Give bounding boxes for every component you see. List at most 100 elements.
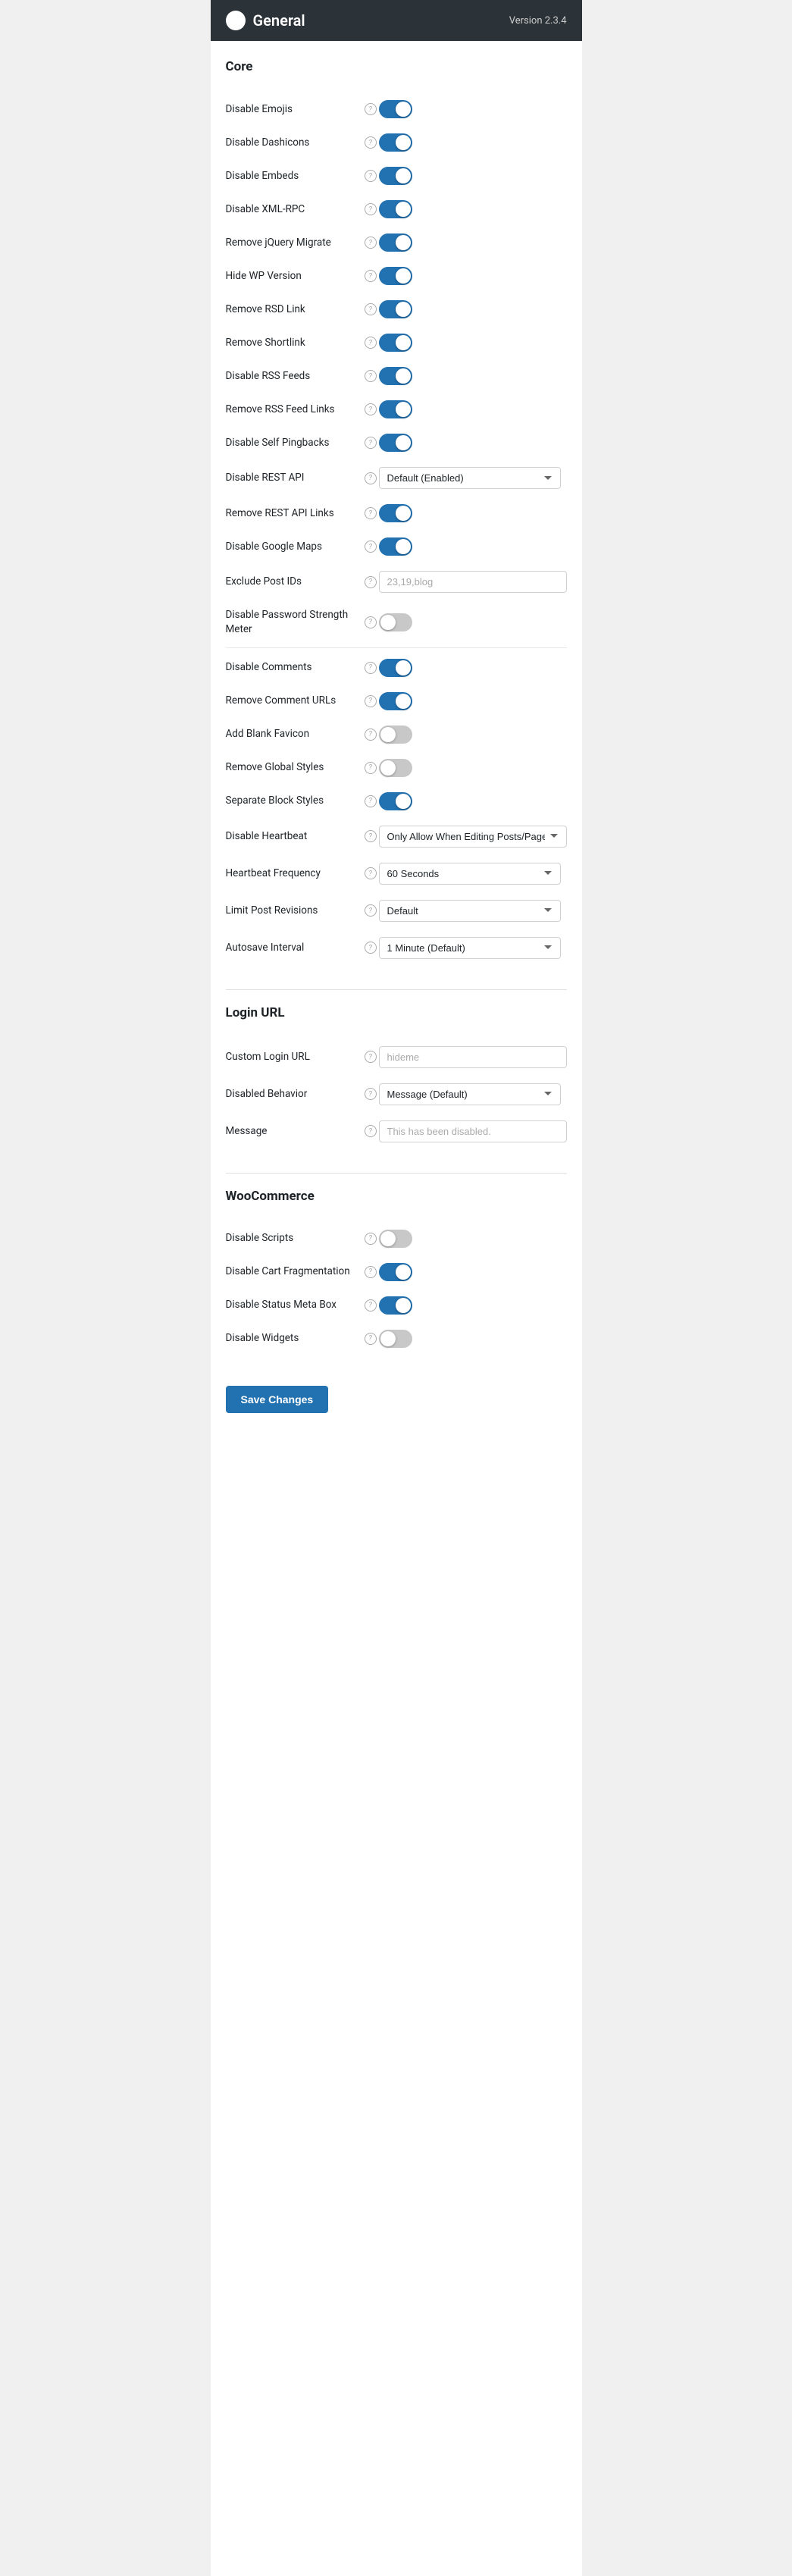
- select-disabled-behavior[interactable]: Message (Default)404Redirect: [379, 1083, 561, 1105]
- toggle-disable-status-meta-box[interactable]: [379, 1296, 412, 1315]
- help-icon-disable-xml-rpc[interactable]: ?: [365, 203, 377, 215]
- help-icon-disable-self-pingbacks[interactable]: ?: [365, 437, 377, 449]
- setting-row-disable-rss-feeds: Disable RSS Feeds?: [226, 359, 567, 393]
- toggle-disable-rss-feeds[interactable]: [379, 367, 412, 385]
- control-remove-jquery-migrate: [379, 233, 567, 252]
- save-changes-button[interactable]: Save Changes: [226, 1386, 329, 1413]
- help-icon-disable-scripts[interactable]: ?: [365, 1233, 377, 1245]
- input-custom-login-url[interactable]: [379, 1046, 567, 1068]
- help-icon-disable-cart-fragmentation[interactable]: ?: [365, 1266, 377, 1278]
- label-remove-rsd-link: Remove RSD Link: [226, 302, 362, 317]
- control-disable-xml-rpc: [379, 200, 567, 218]
- setting-row-disable-scripts: Disable Scripts?: [226, 1222, 567, 1255]
- help-icon-disable-rest-api[interactable]: ?: [365, 472, 377, 484]
- help-icon-custom-login-url[interactable]: ?: [365, 1051, 377, 1063]
- login-url-section-title: Login URL: [226, 1005, 567, 1026]
- setting-row-message: Message?: [226, 1113, 567, 1150]
- help-icon-disable-password-strength-meter[interactable]: ?: [365, 616, 377, 628]
- label-limit-post-revisions: Limit Post Revisions: [226, 904, 362, 918]
- control-add-blank-favicon: [379, 725, 567, 744]
- label-disable-password-strength-meter: Disable Password Strength Meter: [226, 608, 362, 637]
- select-disable-rest-api[interactable]: Default (Enabled)Disabled for Non-Admins…: [379, 467, 561, 489]
- help-icon-disable-status-meta-box[interactable]: ?: [365, 1299, 377, 1312]
- help-icon-exclude-post-ids[interactable]: ?: [365, 576, 377, 588]
- toggle-disable-widgets[interactable]: [379, 1330, 412, 1348]
- select-autosave-interval[interactable]: 1 Minute (Default)2 Minutes5 Minutes10 M…: [379, 937, 561, 959]
- help-icon-disable-embeds[interactable]: ?: [365, 170, 377, 182]
- woocommerce-settings-group: Disable Scripts? Disable Cart Fragmentati…: [226, 1222, 567, 1355]
- control-disable-google-maps: [379, 537, 567, 556]
- toggle-remove-shortlink[interactable]: [379, 334, 412, 352]
- help-icon-message[interactable]: ?: [365, 1125, 377, 1137]
- help-icon-separate-block-styles[interactable]: ?: [365, 795, 377, 807]
- help-icon-remove-shortlink[interactable]: ?: [365, 337, 377, 349]
- toggle-disable-cart-fragmentation[interactable]: [379, 1263, 412, 1281]
- help-icon-disable-widgets[interactable]: ?: [365, 1333, 377, 1345]
- label-disable-cart-fragmentation: Disable Cart Fragmentation: [226, 1264, 362, 1279]
- select-limit-post-revisions[interactable]: Default12510Disable: [379, 900, 561, 922]
- help-icon-autosave-interval[interactable]: ?: [365, 942, 377, 954]
- toggle-remove-rsd-link[interactable]: [379, 300, 412, 318]
- toggle-disable-google-maps[interactable]: [379, 537, 412, 556]
- help-icon-remove-jquery-migrate[interactable]: ?: [365, 237, 377, 249]
- toggle-remove-global-styles[interactable]: [379, 759, 412, 777]
- toggle-disable-xml-rpc[interactable]: [379, 200, 412, 218]
- input-exclude-post-ids[interactable]: [379, 571, 567, 593]
- control-separate-block-styles: [379, 792, 567, 810]
- toggle-disable-dashicons[interactable]: [379, 133, 412, 152]
- help-icon-heartbeat-frequency[interactable]: ?: [365, 867, 377, 879]
- label-disable-rest-api: Disable REST API: [226, 471, 362, 485]
- control-disable-dashicons: [379, 133, 567, 152]
- help-icon-add-blank-favicon[interactable]: ?: [365, 729, 377, 741]
- toggle-remove-rest-api-links[interactable]: [379, 504, 412, 522]
- toggle-disable-self-pingbacks[interactable]: [379, 434, 412, 452]
- toggle-disable-emojis[interactable]: [379, 100, 412, 118]
- help-icon-remove-rss-feed-links[interactable]: ?: [365, 403, 377, 415]
- toggle-disable-scripts[interactable]: [379, 1230, 412, 1248]
- help-icon-disable-rss-feeds[interactable]: ?: [365, 370, 377, 382]
- setting-row-disable-widgets: Disable Widgets?: [226, 1322, 567, 1355]
- select-heartbeat-frequency[interactable]: 30 Seconds60 Seconds120 Seconds: [379, 863, 561, 885]
- help-icon-remove-rsd-link[interactable]: ?: [365, 303, 377, 315]
- help-icon-remove-global-styles[interactable]: ?: [365, 762, 377, 774]
- toggle-hide-wp-version[interactable]: [379, 267, 412, 285]
- help-icon-disable-heartbeat[interactable]: ?: [365, 830, 377, 842]
- control-limit-post-revisions: Default12510Disable: [379, 900, 567, 922]
- label-disable-dashicons: Disable Dashicons: [226, 136, 362, 150]
- setting-row-remove-rsd-link: Remove RSD Link?: [226, 293, 567, 326]
- toggle-disable-comments[interactable]: [379, 659, 412, 677]
- login-url-section: Login URL Custom Login URL?Disabled Beha…: [226, 1005, 567, 1150]
- label-disable-heartbeat: Disable Heartbeat: [226, 829, 362, 844]
- setting-row-separate-block-styles: Separate Block Styles?: [226, 785, 567, 818]
- help-icon-hide-wp-version[interactable]: ?: [365, 270, 377, 282]
- toggle-disable-embeds[interactable]: [379, 167, 412, 185]
- core-section: Core Disable Emojis?Disable Dashicons?Di…: [226, 59, 567, 967]
- help-icon-disable-emojis[interactable]: ?: [365, 103, 377, 115]
- setting-row-limit-post-revisions: Limit Post Revisions?Default12510Disable: [226, 892, 567, 929]
- help-icon-disable-google-maps[interactable]: ?: [365, 541, 377, 553]
- label-remove-shortlink: Remove Shortlink: [226, 336, 362, 350]
- label-disable-xml-rpc: Disable XML-RPC: [226, 202, 362, 217]
- help-icon-disable-dashicons[interactable]: ?: [365, 136, 377, 149]
- control-remove-global-styles: [379, 759, 567, 777]
- select-disable-heartbeat[interactable]: Default (Enabled)Disable EverywhereOnly …: [379, 826, 567, 848]
- toggle-separate-block-styles[interactable]: [379, 792, 412, 810]
- help-icon-remove-comment-urls[interactable]: ?: [365, 695, 377, 707]
- setting-row-custom-login-url: Custom Login URL?: [226, 1039, 567, 1076]
- help-icon-disabled-behavior[interactable]: ?: [365, 1088, 377, 1100]
- help-icon-disable-comments[interactable]: ?: [365, 662, 377, 674]
- setting-row-disable-password-strength-meter: Disable Password Strength Meter?: [226, 600, 567, 644]
- toggle-remove-comment-urls[interactable]: [379, 692, 412, 710]
- control-exclude-post-ids: [379, 571, 567, 593]
- label-heartbeat-frequency: Heartbeat Frequency: [226, 867, 362, 881]
- help-icon-remove-rest-api-links[interactable]: ?: [365, 507, 377, 519]
- label-remove-global-styles: Remove Global Styles: [226, 760, 362, 775]
- toggle-remove-jquery-migrate[interactable]: [379, 233, 412, 252]
- toggle-disable-password-strength-meter[interactable]: [379, 613, 412, 631]
- setting-row-remove-jquery-migrate: Remove jQuery Migrate?: [226, 226, 567, 259]
- toggle-remove-rss-feed-links[interactable]: [379, 400, 412, 418]
- toggle-add-blank-favicon[interactable]: [379, 725, 412, 744]
- input-message[interactable]: [379, 1120, 567, 1142]
- help-icon-limit-post-revisions[interactable]: ?: [365, 904, 377, 917]
- control-disable-cart-fragmentation: [379, 1263, 567, 1281]
